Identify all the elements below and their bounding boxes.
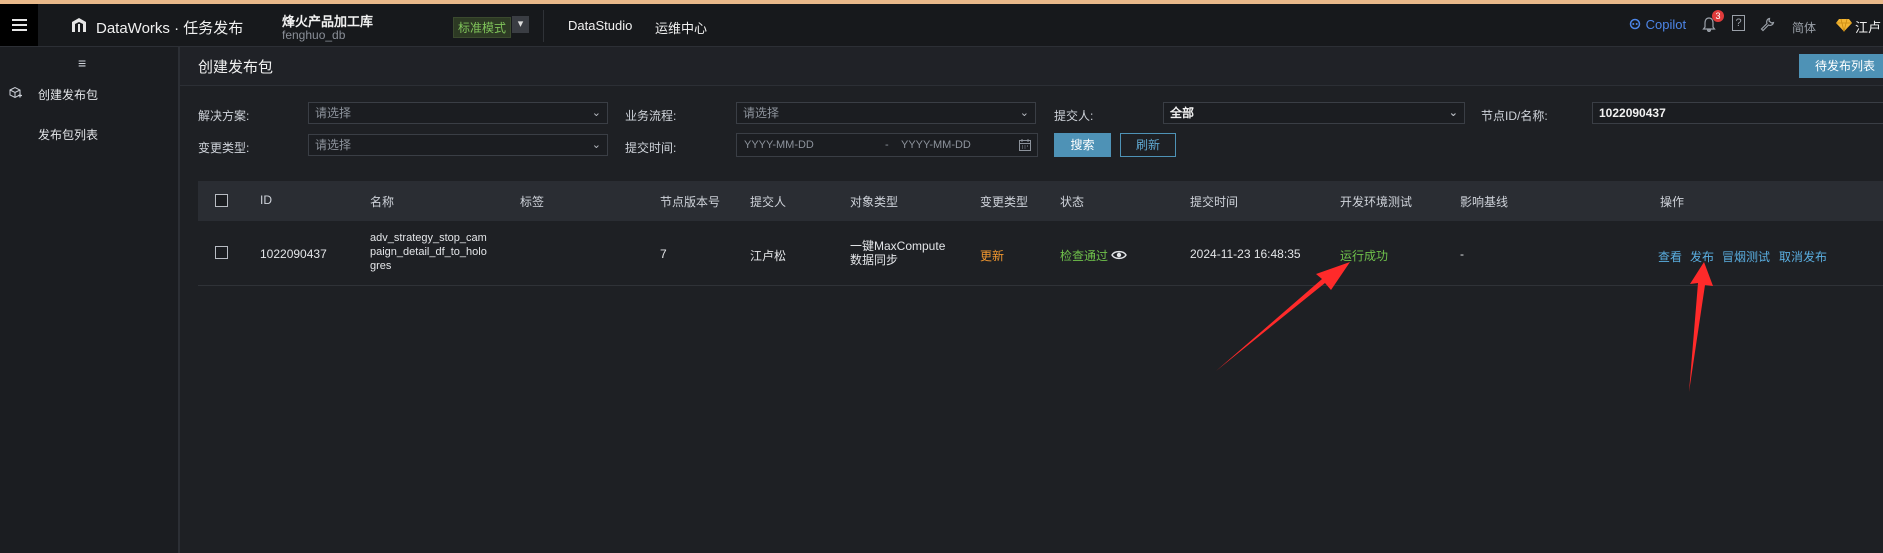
col-dev-test: 开发环境测试: [1340, 195, 1413, 209]
dataworks-logo-icon: [72, 18, 86, 32]
sidebar-item-create-package[interactable]: 创建发布包: [38, 86, 98, 103]
row-version: 7: [660, 247, 667, 261]
solution-select[interactable]: 请选择 ⌄: [308, 102, 608, 124]
col-baseline: 影响基线: [1460, 195, 1509, 209]
col-submitter: 提交人: [750, 195, 787, 209]
nav-ops-center[interactable]: 运维中心: [655, 18, 707, 37]
submit-time-range[interactable]: YYYY-MM-DD - YYYY-MM-DD: [736, 133, 1038, 157]
workflow-placeholder: 请选择: [743, 106, 780, 120]
row-name: adv_strategy_stop_cam paign_detail_df_to…: [370, 231, 500, 273]
row-change-type: 更新: [980, 249, 1005, 263]
table-header: ID 名称 标签 节点版本号 提交人 对象类型 变更类型 状态 提交时间 开发环…: [198, 181, 1883, 221]
col-id: ID: [260, 193, 272, 207]
top-bar: DataWorks · 任务发布 烽火产品加工库 fenghuo_db 标准模式…: [0, 4, 1883, 47]
col-status: 状态: [1060, 195, 1085, 209]
row-dev-test: 运行成功: [1340, 249, 1389, 263]
solution-label: 解决方案:: [198, 109, 250, 123]
submitter-label: 提交人:: [1054, 109, 1094, 123]
date-end-placeholder: YYYY-MM-DD: [901, 139, 971, 151]
col-tag: 标签: [520, 195, 545, 209]
chevron-down-icon: ⌄: [1448, 107, 1458, 119]
select-all-checkbox[interactable]: [215, 194, 228, 207]
search-button[interactable]: 搜索: [1054, 133, 1111, 157]
nav-datastudio[interactable]: DataStudio: [568, 18, 632, 33]
table-row: 1022090437 adv_strategy_stop_cam paign_d…: [198, 222, 1883, 286]
col-change-type: 变更类型: [980, 195, 1029, 209]
solution-placeholder: 请选择: [315, 106, 352, 120]
change-type-select[interactable]: 请选择 ⌄: [308, 134, 608, 156]
notification-badge: 3: [1712, 10, 1724, 22]
create-package-icon: [9, 86, 22, 99]
menu-button[interactable]: [0, 4, 38, 46]
copilot-icon: [1629, 18, 1641, 30]
release-table: ID 名称 标签 节点版本号 提交人 对象类型 变更类型 状态 提交时间 开发环…: [198, 181, 1883, 286]
row-checkbox[interactable]: [215, 246, 228, 259]
submit-time-label: 提交时间:: [625, 141, 677, 155]
node-id-input[interactable]: 1022090437: [1592, 102, 1883, 124]
page-title: 创建发布包: [198, 59, 274, 76]
chevron-down-icon: ⌄: [1019, 107, 1029, 119]
col-actions: 操作: [1660, 195, 1685, 209]
wrench-icon[interactable]: [1760, 17, 1775, 35]
change-type-placeholder: 请选择: [315, 138, 352, 152]
row-submitter: 江卢松: [750, 249, 787, 263]
sidebar-item-package-list[interactable]: 发布包列表: [38, 126, 98, 143]
menu-icon[interactable]: ≡: [78, 55, 86, 71]
change-type-label: 变更类型:: [198, 141, 250, 155]
copilot-label: Copilot: [1645, 17, 1687, 32]
sidebar: ≡: [0, 47, 180, 553]
row-name-line: adv_strategy_stop_cam: [370, 232, 487, 244]
workflow-select[interactable]: 请选择 ⌄: [736, 102, 1036, 124]
row-name-line: gres: [370, 260, 392, 272]
node-id-label: 节点ID/名称:: [1481, 109, 1548, 123]
pending-release-list-button[interactable]: 待发布列表: [1799, 54, 1883, 78]
eye-icon[interactable]: [1111, 249, 1127, 261]
calendar-icon: [1019, 139, 1031, 151]
col-version: 节点版本号: [660, 195, 721, 209]
copilot-button[interactable]: Copilot: [1628, 17, 1686, 32]
divider: [543, 10, 544, 42]
workflow-label: 业务流程:: [625, 109, 677, 123]
help-icon[interactable]: ?: [1732, 15, 1745, 31]
row-object-type-line: 一键MaxCompute: [850, 239, 946, 253]
user-name[interactable]: 江卢: [1855, 17, 1881, 36]
row-baseline: -: [1460, 247, 1464, 261]
chevron-down-icon: ⌄: [591, 139, 601, 151]
col-name: 名称: [370, 195, 395, 209]
app-title: DataWorks · 任务发布: [96, 20, 244, 37]
row-submit-time: 2024-11-23 16:48:35: [1190, 247, 1301, 261]
row-status: 检查通过: [1060, 249, 1109, 263]
date-separator: -: [885, 139, 889, 151]
workspace-db: fenghuo_db: [282, 28, 346, 42]
row-name-line: paign_detail_df_to_holo: [370, 246, 487, 258]
action-view-link[interactable]: 查看: [1658, 248, 1682, 265]
chevron-down-icon: ⌄: [591, 107, 601, 119]
submitter-select[interactable]: 全部 ⌄: [1163, 102, 1465, 124]
action-smoke-test-link[interactable]: 冒烟测试: [1722, 248, 1770, 265]
diamond-icon: [1836, 18, 1852, 32]
col-submit-time: 提交时间: [1190, 195, 1239, 209]
row-object-type: 一键MaxCompute 数据同步: [850, 239, 945, 267]
mode-badge: 标准模式: [453, 17, 512, 38]
action-publish-link[interactable]: 发布: [1690, 248, 1714, 265]
page-header: [180, 47, 1883, 86]
date-start-placeholder: YYYY-MM-DD: [744, 139, 814, 151]
action-cancel-publish-link[interactable]: 取消发布: [1779, 248, 1827, 265]
row-id: 1022090437: [260, 247, 327, 261]
chevron-down-icon[interactable]: ▾: [512, 16, 529, 33]
col-object-type: 对象类型: [850, 195, 899, 209]
language-switch[interactable]: 简体: [1792, 19, 1816, 36]
submitter-value: 全部: [1170, 106, 1195, 120]
refresh-button[interactable]: 刷新: [1120, 133, 1176, 157]
row-object-type-line: 数据同步: [850, 253, 899, 267]
